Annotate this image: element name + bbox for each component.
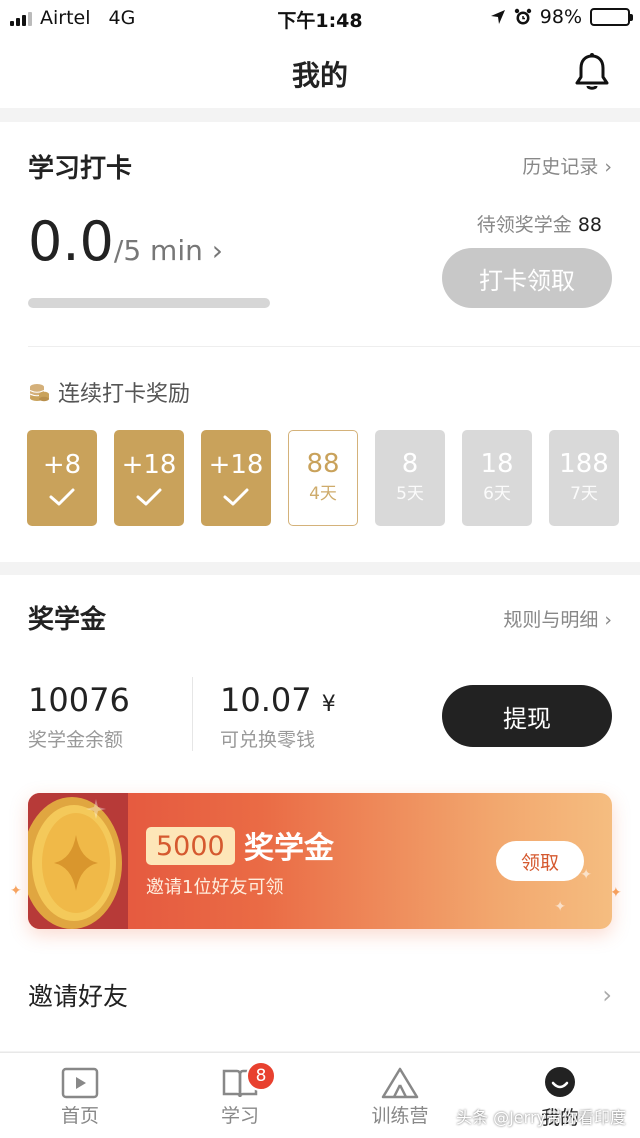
pending-value: 88	[577, 214, 602, 236]
streak-day-label: 4天	[309, 484, 337, 504]
cash-label: 可兑换零钱	[220, 729, 316, 751]
history-link[interactable]: 历史记录 ›	[522, 152, 612, 179]
streak-day-reward: +18	[121, 450, 177, 480]
streak-day-reward: +18	[208, 450, 264, 480]
withdraw-button[interactable]: 提现	[442, 685, 612, 747]
status-right: 98%	[490, 6, 633, 28]
rules-link[interactable]: 规则与明细 ›	[503, 605, 612, 632]
alarm-icon	[514, 8, 531, 25]
cash-value: 10.07 ¥	[220, 681, 336, 719]
minutes-goal: /5 min	[113, 234, 203, 267]
page-title: 我的	[291, 59, 348, 92]
tab-camp-label: 训练营	[371, 1105, 429, 1127]
status-bar: Airtel 4G 下午1:48 98%	[0, 0, 640, 36]
streak-days: +8 +18 +18 88 4天 8 5天 18 6天 188 7天	[27, 430, 619, 526]
tent-icon	[381, 1067, 419, 1099]
streak-day-label: 7天	[570, 484, 598, 504]
streak-day-reward: 188	[559, 449, 609, 479]
cash-unit: ¥	[321, 692, 336, 717]
streak-title: 连续打卡奖励	[28, 376, 190, 408]
checkmark-icon	[49, 488, 75, 506]
pending-scholarship: 待领奖学金 88	[477, 210, 602, 237]
banner-amount: 5000	[146, 827, 235, 865]
notification-badge: 8	[246, 1061, 276, 1091]
checkin-title: 学习打卡	[28, 154, 133, 184]
battery-icon	[590, 8, 633, 26]
streak-day-reward: 18	[480, 449, 514, 479]
minutes-value: 0.0	[28, 210, 114, 273]
streak-day-label: 5天	[396, 484, 424, 504]
streak-day: +18	[201, 430, 271, 526]
tab-camp[interactable]: 训练营	[350, 1067, 450, 1128]
streak-day-reward: 8	[401, 449, 419, 479]
battery-percent: 98%	[539, 6, 582, 28]
invite-friends-row[interactable]: 邀请好友 ›	[0, 955, 640, 1035]
balance-label: 奖学金余额	[28, 729, 124, 751]
rules-link-label: 规则与明细	[503, 609, 599, 631]
streak-day-label: 6天	[483, 484, 511, 504]
stat-divider	[192, 677, 193, 751]
gold-coin-icon	[28, 793, 128, 929]
tab-study-label: 学习	[220, 1105, 259, 1127]
cash-amount: 10.07	[220, 681, 312, 719]
tab-home[interactable]: 首页	[30, 1067, 130, 1128]
tab-home-label: 首页	[60, 1105, 99, 1127]
banner-claim-button[interactable]: 领取	[496, 841, 584, 881]
study-minutes[interactable]: 0.0/5 min ›	[28, 210, 223, 273]
sparkle-icon: ✦	[554, 899, 566, 915]
chevron-right-icon: ›	[602, 981, 612, 1009]
play-video-icon	[61, 1067, 99, 1099]
history-link-label: 历史记录	[522, 156, 599, 178]
streak-day-reward: +8	[42, 450, 82, 480]
streak-day: 8 5天	[375, 430, 445, 526]
page-header: 我的	[0, 36, 640, 108]
invite-friends-label: 邀请好友	[28, 982, 129, 1011]
invite-reward-banner[interactable]: 5000 奖学金 邀请1位好友可领 领取 ✦ ✦	[28, 793, 612, 929]
banner-title: 奖学金	[244, 831, 334, 866]
sparkle-icon: ✦	[580, 867, 592, 883]
divider	[28, 346, 640, 347]
checkin-card: 学习打卡 历史记录 › 0.0/5 min › 待领奖学金 88 打卡领取 连续打…	[0, 122, 640, 562]
coins-icon	[29, 384, 49, 402]
streak-day: +8	[27, 430, 97, 526]
checkin-claim-button[interactable]: 打卡领取	[442, 248, 612, 308]
watermark-text: 头条 @Jerry带你看印度	[456, 1108, 626, 1127]
scholarship-card: 奖学金 规则与明细 › 10076 奖学金余额 10.07 ¥ 可兑换零钱 提现…	[0, 575, 640, 1051]
checkmark-icon	[136, 488, 162, 506]
checkmark-icon	[223, 488, 249, 506]
study-progress-bar	[28, 298, 270, 308]
chevron-right-icon: ›	[202, 234, 223, 267]
streak-day: +18	[114, 430, 184, 526]
location-arrow-icon	[490, 10, 505, 24]
chevron-right-icon: ›	[598, 156, 612, 178]
scholarship-title: 奖学金	[28, 605, 107, 635]
pending-label: 待领奖学金	[476, 214, 572, 236]
streak-day: 18 6天	[462, 430, 532, 526]
balance-value: 10076	[28, 681, 130, 719]
banner-subtitle: 邀请1位好友可领	[146, 877, 284, 898]
sparkle-icon: ✦	[10, 883, 22, 899]
streak-day: 88 4天	[288, 430, 358, 526]
streak-title-label: 连续打卡奖励	[58, 382, 191, 407]
bell-icon[interactable]	[574, 52, 610, 92]
chevron-right-icon: ›	[598, 609, 612, 631]
streak-day: 188 7天	[549, 430, 619, 526]
tab-study[interactable]: 学习 8	[190, 1061, 290, 1128]
profile-icon	[545, 1067, 575, 1097]
streak-day-reward: 88	[306, 449, 340, 479]
